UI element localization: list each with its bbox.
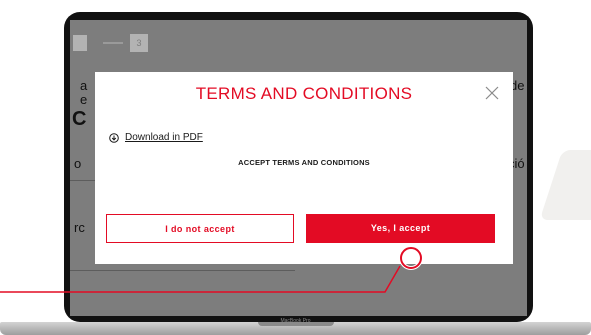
pointer-callout — [0, 246, 423, 293]
